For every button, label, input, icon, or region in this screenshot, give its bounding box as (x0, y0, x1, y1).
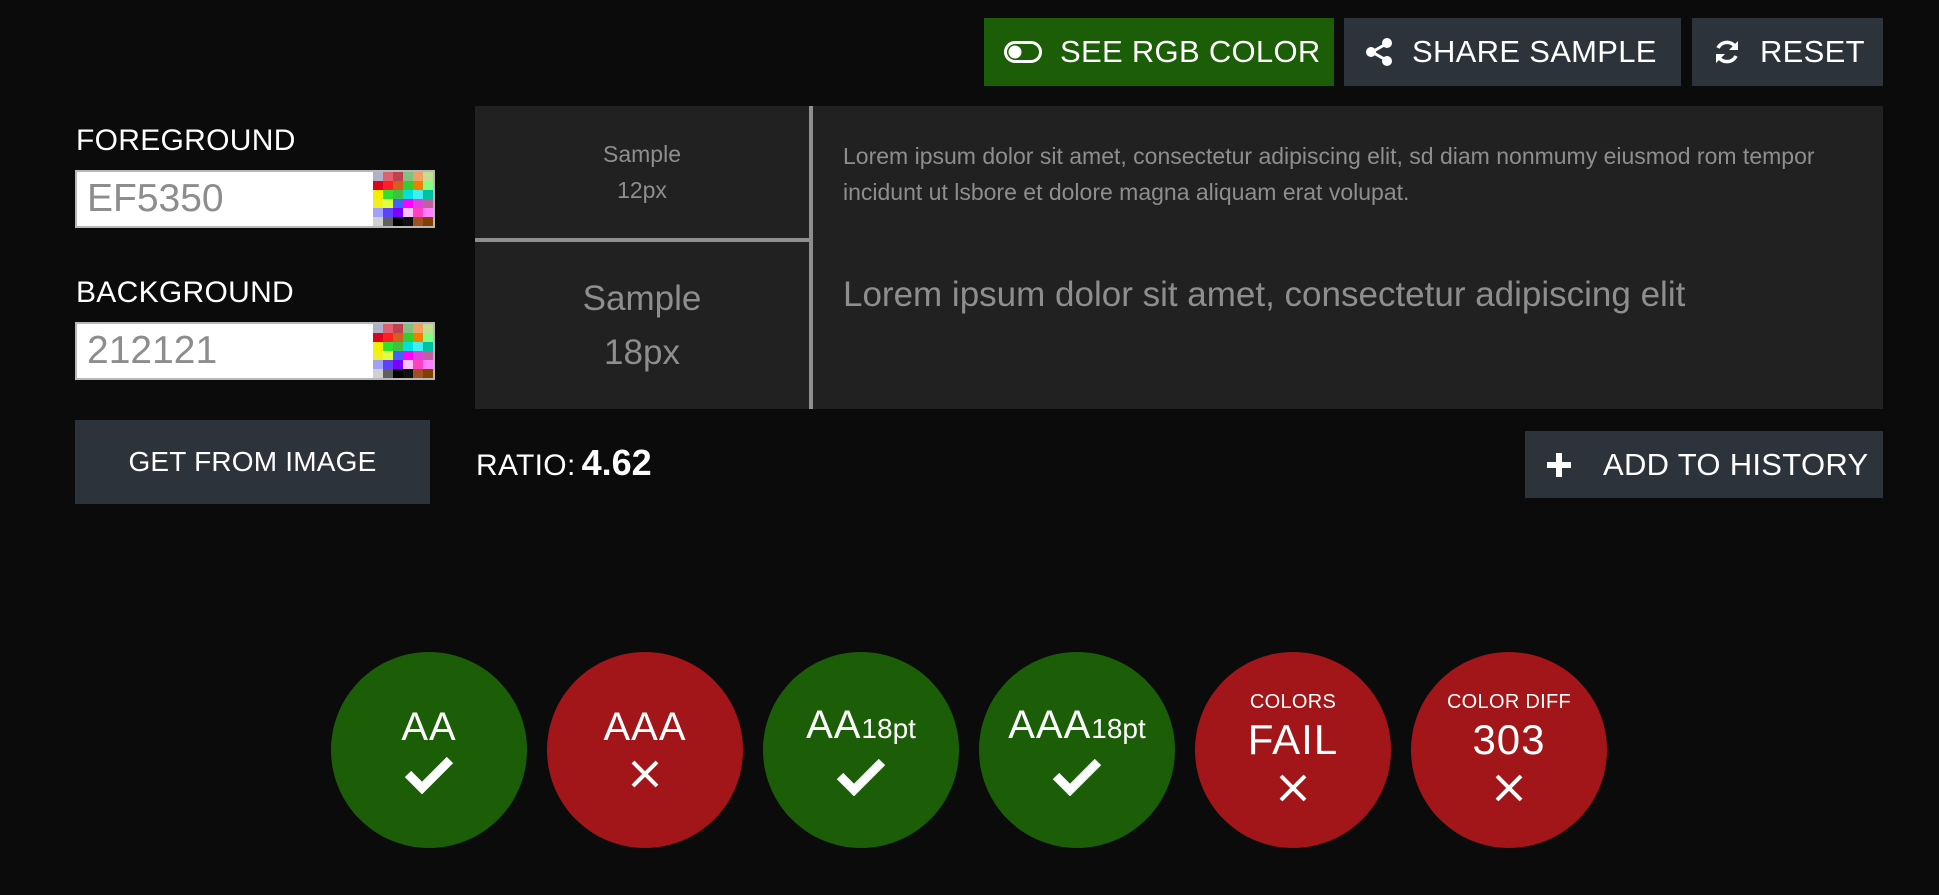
aaa-18pt-suffix: 18pt (1091, 713, 1146, 744)
check-icon (835, 755, 887, 797)
aa-title: AA (401, 705, 457, 749)
sample-18px-size: 18px (604, 332, 680, 372)
aa-18pt-level: AA (806, 703, 862, 747)
sample-12px-text: Lorem ipsum dolor sit amet, consectetur … (843, 143, 1815, 205)
sample-18px-title: Sample (582, 278, 702, 318)
sample-18px-text: Lorem ipsum dolor sit amet, consectetur … (843, 275, 1686, 314)
contrast-ratio: RATIO: 4.62 (476, 442, 652, 484)
color-diff-value: 303 (1472, 716, 1546, 763)
sample-12px-size: 12px (617, 177, 667, 203)
aa-18pt-result-badge: AA18pt (763, 652, 959, 848)
colors-result-badge: COLORS FAIL (1195, 652, 1391, 848)
foreground-hex-input[interactable] (77, 172, 373, 226)
sample-column-divider (809, 106, 813, 409)
share-sample-button[interactable]: SHARE SAMPLE (1344, 18, 1681, 86)
aaa-18pt-level: AAA (1008, 703, 1092, 747)
contrast-checker-app: SEE RGB COLOR SHARE SAMPLE RESET FOREGRO… (0, 0, 1939, 895)
background-label: BACKGROUND (76, 276, 295, 309)
sample-12px-label: Sample 12px (475, 106, 809, 238)
aaa-title: AAA (603, 705, 687, 749)
sample-12px-title: Sample (603, 141, 681, 167)
foreground-color-field (75, 170, 435, 228)
reset-button[interactable]: RESET (1692, 18, 1883, 86)
foreground-label: FOREGROUND (76, 124, 296, 157)
add-to-history-button[interactable]: ADD TO HISTORY (1525, 431, 1883, 498)
sample-preview: Sample 12px Sample 18px Lorem ipsum dolo… (475, 106, 1883, 409)
colors-caption: COLORS (1249, 691, 1337, 713)
toggle-icon (1004, 41, 1042, 63)
cross-icon (1277, 767, 1309, 809)
see-rgb-color-label: SEE RGB COLOR (1060, 34, 1321, 69)
check-icon (1051, 755, 1103, 797)
aaa-result-badge: AAA (547, 652, 743, 848)
aa-18pt-title: AA18pt (806, 703, 916, 751)
cross-icon (629, 753, 661, 795)
plus-icon (1545, 451, 1573, 479)
aaa-18pt-title: AAA18pt (1008, 703, 1146, 751)
ratio-value: 4.62 (581, 442, 652, 483)
aa-18pt-suffix: 18pt (861, 713, 916, 744)
aa-result-badge: AA (331, 652, 527, 848)
foreground-palette-picker[interactable] (373, 172, 433, 226)
color-diff-caption: COLOR DIFF (1446, 691, 1572, 713)
see-rgb-color-button[interactable]: SEE RGB COLOR (984, 18, 1334, 86)
background-palette-picker[interactable] (373, 324, 433, 378)
check-icon (403, 753, 455, 795)
share-icon (1364, 37, 1394, 67)
share-sample-label: SHARE SAMPLE (1412, 34, 1657, 69)
color-diff-result-badge: COLOR DIFF 303 (1411, 652, 1607, 848)
refresh-icon (1712, 37, 1742, 67)
aaa-18pt-result-badge: AAA18pt (979, 652, 1175, 848)
colors-value: FAIL (1247, 716, 1339, 763)
cross-icon (1493, 767, 1525, 809)
sample-18px-label: Sample 18px (475, 242, 809, 409)
background-hex-input[interactable] (77, 324, 373, 378)
reset-label: RESET (1760, 34, 1865, 69)
ratio-label: RATIO: (476, 449, 576, 482)
add-to-history-label: ADD TO HISTORY (1603, 446, 1869, 482)
get-from-image-button[interactable]: GET FROM IMAGE (75, 420, 430, 504)
background-color-field (75, 322, 435, 380)
